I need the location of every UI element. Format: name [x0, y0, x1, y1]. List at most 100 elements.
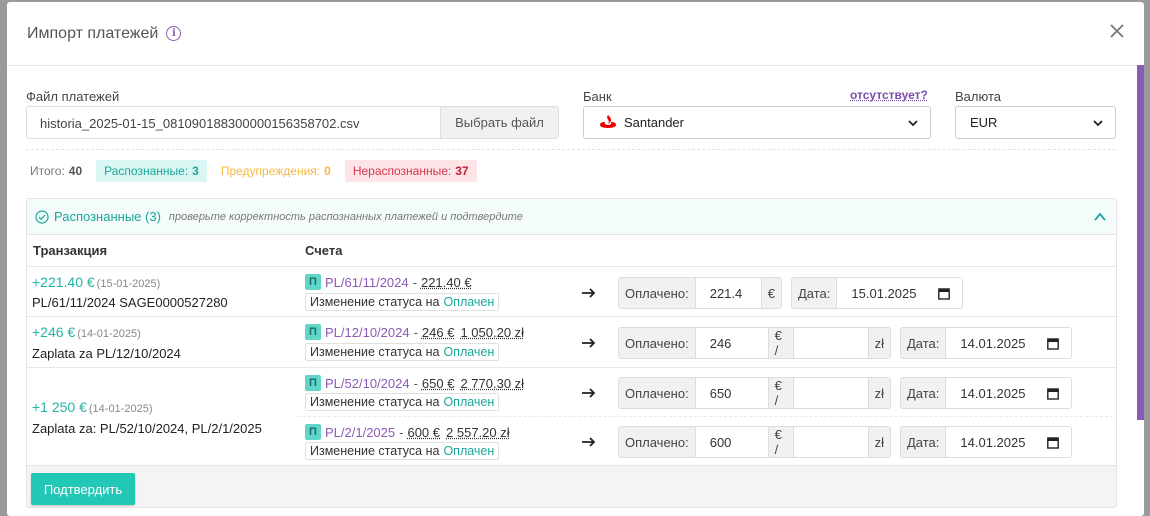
- row-separator: [27, 266, 1116, 267]
- stat-total: Итого: 40: [30, 164, 83, 178]
- modal-header: Импорт платежей i: [7, 2, 1144, 66]
- stat-recognized[interactable]: Распознанные: 3: [96, 160, 207, 182]
- arrow-right-icon: [582, 338, 596, 348]
- calendar-icon[interactable]: [1047, 337, 1059, 350]
- date-input[interactable]: 14.01.2025: [946, 427, 1071, 457]
- currency-pln-addon: zł: [867, 328, 890, 358]
- currency-addon: € /: [767, 378, 794, 408]
- currency-addon: € /: [767, 427, 794, 457]
- transaction-amount: +246 € (14-01-2025): [32, 324, 141, 340]
- file-name: historia_2025-01-15_08109018830000015635…: [40, 116, 360, 131]
- currency-select[interactable]: EUR: [955, 106, 1116, 139]
- bank-missing-link[interactable]: отсутствует?: [850, 88, 928, 102]
- bank-select[interactable]: Santander: [583, 106, 931, 139]
- divider: [26, 149, 1116, 150]
- arrow-right-icon: [582, 437, 596, 447]
- invoice-amount: 650 €: [421, 375, 455, 391]
- invoice-badge: П: [305, 324, 321, 340]
- recognized-panel: Распознанные (3) проверьте корректность …: [26, 198, 1117, 508]
- santander-logo-icon: [600, 115, 616, 128]
- paid-label: Оплачено:: [619, 278, 696, 308]
- file-input[interactable]: historia_2025-01-15_08109018830000015635…: [26, 106, 559, 139]
- stat-warnings[interactable]: Предупреждения: 0: [212, 160, 339, 182]
- paid-input-group: Оплачено: 246 € / zł: [618, 327, 891, 359]
- currency-label: Валюта: [955, 89, 1001, 104]
- date-label: Дата:: [792, 278, 838, 308]
- arrow-right-icon: [582, 388, 596, 398]
- chevron-up-icon[interactable]: [1093, 211, 1107, 223]
- transaction-amount: +221.40 € (15-01-2025): [32, 274, 161, 290]
- status-change: Изменение статуса на Оплачен: [305, 343, 500, 361]
- invoice-link[interactable]: PL/2/1/2025: [325, 425, 395, 440]
- date-input-group: Дата: 15.01.2025: [791, 277, 963, 309]
- invoice-line: П PL/12/10/2024 - 246 € 1 050.20 zł: [305, 323, 524, 341]
- choose-file-button[interactable]: Выбрать файл: [440, 107, 558, 138]
- invoice-amount: 246 €: [421, 324, 455, 340]
- panel-hint: проверьте корректность распознанных плат…: [168, 210, 523, 223]
- currency-addon: €: [760, 278, 781, 308]
- invoice-line: П PL/52/10/2024 - 650 € 2 770.30 zł: [305, 374, 524, 392]
- paid-input-group: Оплачено: 600 € / zł: [618, 426, 891, 458]
- paid-input[interactable]: 600: [695, 427, 768, 457]
- scroll-accent-bar: [1137, 65, 1144, 420]
- date-label: Дата:: [901, 328, 947, 358]
- invoice-amount: 600 €: [407, 424, 441, 440]
- date-input-group: Дата: 14.01.2025: [900, 377, 1072, 409]
- calendar-icon[interactable]: [1047, 387, 1059, 400]
- invoice-link[interactable]: PL/52/10/2024: [325, 376, 410, 391]
- status-change: Изменение статуса на Оплачен: [305, 393, 500, 411]
- invoice-link[interactable]: PL/61/11/2024: [325, 275, 409, 290]
- bank-value: Santander: [624, 115, 684, 130]
- stat-unrecognized[interactable]: Нераспознанные: 37: [344, 160, 477, 182]
- date-input-group: Дата: 14.01.2025: [900, 426, 1072, 458]
- paid-pln-input[interactable]: [793, 427, 868, 457]
- invoice-amount: 221.40 €: [420, 274, 472, 290]
- bank-label: Банк: [583, 89, 612, 104]
- status-change: Изменение статуса на Оплачен: [305, 293, 500, 311]
- chevron-down-icon: [908, 120, 918, 127]
- import-form: Файл платежей historia_2025-01-15_081090…: [26, 88, 1116, 148]
- info-icon[interactable]: i: [166, 26, 182, 41]
- confirm-button[interactable]: Подтвердить: [31, 473, 135, 505]
- currency-addon: € /: [767, 328, 794, 358]
- panel-title: Распознанные (3): [54, 209, 161, 224]
- transaction-ref: Zaplata za: PL/52/10/2024, PL/2/1/2025: [32, 421, 262, 436]
- col-transaction: Транзакция: [33, 243, 108, 258]
- invoice-amount-pln: 2 557.20 zł: [446, 424, 510, 440]
- paid-input[interactable]: 221.4: [695, 278, 761, 308]
- chevron-down-icon: [1093, 120, 1103, 127]
- calendar-icon[interactable]: [1047, 436, 1059, 449]
- import-payments-modal: Импорт платежей i Файл платежей historia…: [7, 2, 1144, 516]
- date-input[interactable]: 15.01.2025: [837, 278, 962, 308]
- invoice-link[interactable]: PL/12/10/2024: [325, 325, 410, 340]
- arrow-right-icon: [582, 288, 596, 298]
- check-circle-icon: [35, 209, 49, 224]
- paid-pln-input[interactable]: [793, 328, 868, 358]
- paid-input[interactable]: 246: [695, 328, 768, 358]
- col-invoices: Счета: [305, 243, 343, 258]
- row-separator: [27, 367, 1116, 368]
- status-change: Изменение статуса на Оплачен: [305, 442, 500, 460]
- close-icon[interactable]: [1108, 22, 1126, 40]
- modal-title: Импорт платежей: [27, 24, 159, 42]
- invoice-badge: П: [305, 274, 321, 290]
- paid-label: Оплачено:: [619, 328, 696, 358]
- recognized-panel-header[interactable]: Распознанные (3) проверьте корректность …: [27, 199, 1116, 235]
- currency-pln-addon: zł: [867, 378, 890, 408]
- date-input[interactable]: 14.01.2025: [946, 328, 1071, 358]
- date-input[interactable]: 14.01.2025: [946, 378, 1071, 408]
- invoice-amount-pln: 2 770.30 zł: [460, 375, 525, 391]
- paid-input-group: Оплачено: 221.4 €: [618, 277, 782, 309]
- paid-input[interactable]: 650: [695, 378, 768, 408]
- currency-pln-addon: zł: [867, 427, 890, 457]
- paid-label: Оплачено:: [619, 378, 696, 408]
- panel-footer: Подтвердить: [27, 465, 1116, 507]
- paid-pln-input[interactable]: [793, 378, 868, 408]
- calendar-icon[interactable]: [938, 287, 950, 300]
- import-stats: Итого: 40 Распознанные: 3 Предупреждения: 0…: [26, 160, 477, 182]
- invoice-badge: П: [305, 424, 321, 440]
- invoice-line: П PL/2/1/2025 - 600 € 2 557.20 zł: [305, 423, 510, 441]
- row-separator: [298, 416, 1113, 417]
- invoice-line: П PL/61/11/2024 - 221.40 €: [305, 273, 472, 291]
- currency-value: EUR: [970, 115, 998, 130]
